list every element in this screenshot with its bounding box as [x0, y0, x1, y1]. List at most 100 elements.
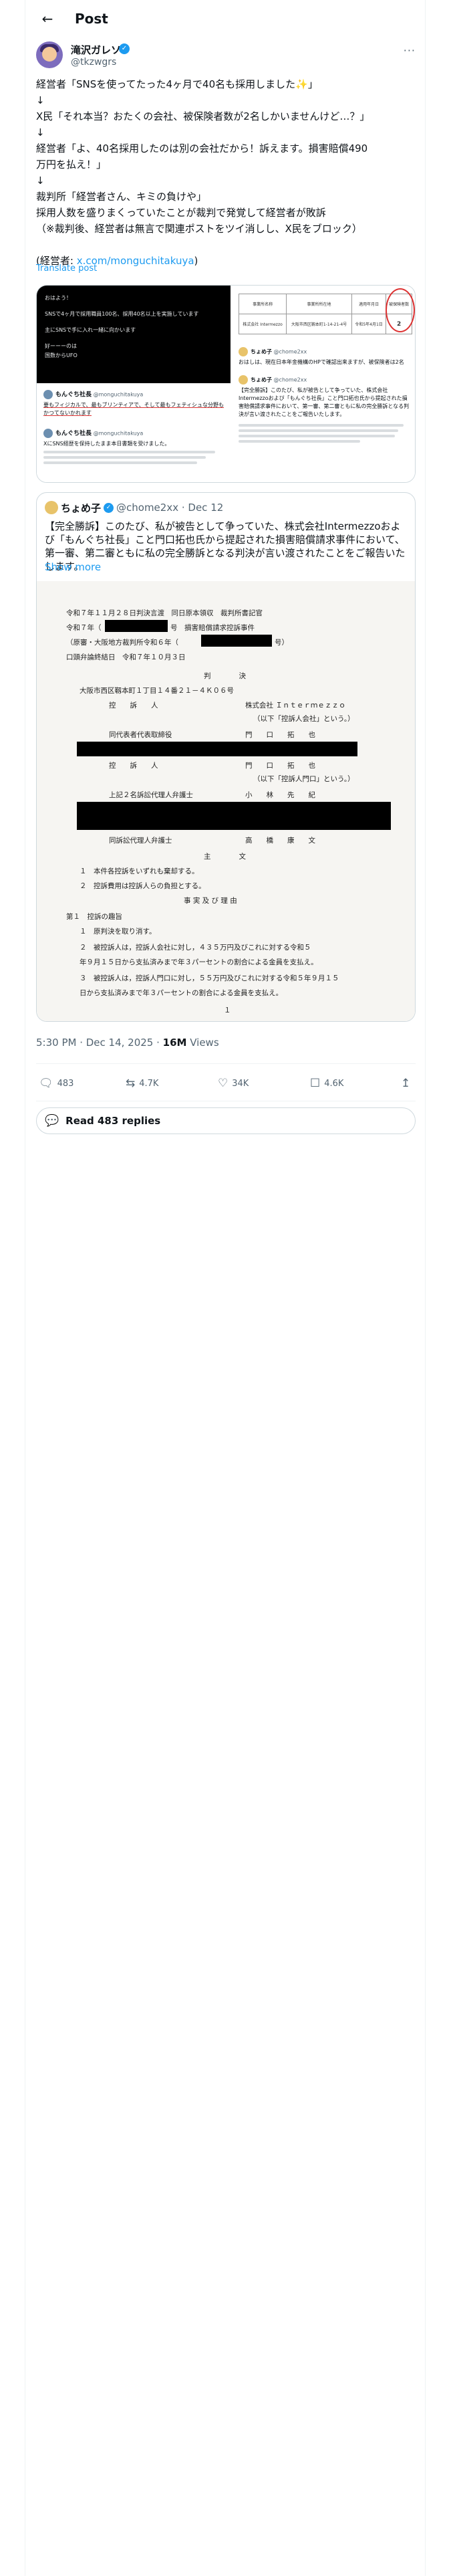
doc-line: 号 損害賠償請求控訴事件 — [170, 624, 255, 632]
avatar — [45, 501, 58, 514]
media-attachment[interactable]: おはよう！ SNSで4ヶ月で採用職員100名、採用40名以上を実施しています 主… — [36, 285, 416, 483]
doc-line: ３ 被控訴人は，控訴人門口に対し，５５万円及びこれに対する令和５年９月１５ — [80, 974, 339, 982]
embedded-text: おはしは、現在日本年金機構のHPで確認出来ますが、被保険者は2名 — [239, 359, 404, 365]
post-time[interactable]: 5:30 PM · Dec 14, 2025 · — [36, 1037, 163, 1049]
embedded-name: もんぐち社長 — [55, 430, 92, 437]
like-button[interactable]: ♡ 34K — [218, 1077, 249, 1090]
more-options-icon[interactable]: ··· — [404, 44, 416, 57]
embedded-name: ちょめ子 — [251, 348, 272, 355]
bookmark-icon: ☐ — [310, 1077, 321, 1090]
embedded-handle: @monguchitakuya — [93, 430, 144, 437]
bookmark-button[interactable]: ☐ 4.6K — [310, 1077, 343, 1090]
media-image-right[interactable]: 事業所名称 事業所所在地 適用年月日 被保険者数 株式会社 Intermezzo… — [232, 286, 415, 482]
reply-icon: 🗨 — [39, 1077, 53, 1090]
back-button[interactable]: ← — [36, 7, 59, 30]
page-header: ← Post — [25, 0, 426, 37]
quoted-tweet[interactable]: ちょめ子 ✓ @chome2xx · Dec 12 【完全勝訴】このたび、私が被… — [36, 492, 416, 1022]
quoted-author-handle: @chome2xx — [116, 502, 179, 514]
doc-line: １ 本件各控訴をいずれも棄却する。 — [80, 867, 199, 875]
doc-line: 事 実 及 び 理 由 — [184, 897, 237, 905]
share-button[interactable]: ↥ — [401, 1077, 414, 1090]
quoted-date: Dec 12 — [188, 502, 224, 514]
court-document-image: 令和７年１１月２８日判決言渡 同日原本領収 裁判所書記官 令和７年（ 号 損害賠… — [37, 581, 415, 1021]
table-cell: 令和5年4月1日 — [351, 314, 387, 334]
doc-line: 門 口 拓 也 — [245, 731, 315, 739]
redaction — [105, 620, 168, 632]
tweet-line-suffix: ) — [194, 255, 198, 267]
author-row: 滝沢ガレソ ✓ @tkzwgrs ··· — [36, 41, 416, 71]
show-more-link[interactable]: Show more — [45, 561, 101, 573]
bookmark-count: 4.6K — [324, 1078, 344, 1089]
verified-badge-icon: ✓ — [119, 43, 130, 54]
tweet-line: X民「それ本当？おたくの会社、被保険者数が2名しかいませんけど…？」 — [36, 110, 370, 122]
table-header: 事業所所在地 — [286, 294, 352, 314]
views-label: Views — [186, 1037, 219, 1049]
avatar[interactable] — [36, 41, 63, 68]
embedded-text: 【完全勝訴】このたび、私が被告として争っていた、株式会社Intermezzoおよ… — [239, 387, 410, 417]
doc-line: 同訴訟代理人弁護士 — [109, 837, 172, 845]
dot-separator: · — [178, 502, 188, 514]
main-column: ← Post 滝沢ガレソ ✓ @tkzwgrs ··· 経営者「SNSを使ってた… — [25, 0, 426, 2576]
post-timestamp[interactable]: 5:30 PM · Dec 14, 2025 · 16M Views — [36, 1037, 219, 1049]
doc-line: 門 口 拓 也 — [245, 762, 315, 770]
embedded-tweet: もんぐち社長 @monguchitakuya 要もフィジカルで、最もブリンティア… — [43, 390, 224, 417]
doc-line: 日から支払済みまで年３パーセントの割合による金員を支払え。 — [80, 989, 283, 997]
heart-icon: ♡ — [218, 1077, 229, 1090]
dark-text: 国数からUFO — [45, 352, 78, 358]
doc-line: 控 訴 人 — [109, 702, 158, 710]
embedded-tweet: ちょめ子 @chome2xx おはしは、現在日本年金機構のHPで確認出来ますが、… — [239, 347, 412, 366]
embedded-name: もんぐち社長 — [55, 391, 92, 399]
embedded-handle: @monguchitakuya — [93, 391, 144, 398]
dark-text: おはよう！ — [45, 295, 71, 301]
doc-page-number: １ — [224, 1006, 231, 1014]
tweet-line: 採用人数を盛りまくっていたことが裁判で発覚して経営者が敗訴 — [36, 207, 326, 219]
doc-line: （原審・大阪地方裁判所令和６年（ — [66, 639, 178, 647]
embedded-text: XにSNS経歴を保持したまま本日書類を受けました。 — [43, 441, 170, 447]
redaction — [77, 802, 391, 830]
doc-line: （以下「控訴人門口」という。） — [253, 775, 355, 783]
action-bar: 🗨 483 ⇆ 4.7K ♡ 34K ☐ 4.6K ↥ — [36, 1071, 416, 1095]
table-cell: 大阪市西区靱本町1-14-21-4号 — [286, 314, 352, 334]
author-display-name[interactable]: 滝沢ガレソ — [71, 43, 121, 57]
tweet-line: 経営者「よ、40名採用したのは別の会社だから！訴えます。損害賠償490 — [36, 142, 368, 154]
table-header: 適用年月日 — [351, 294, 387, 314]
doc-line: １ 原判決を取り消す。 — [80, 928, 156, 936]
dark-screenshot: おはよう！ SNSで4ヶ月で採用職員100名、採用40名以上を実施しています 主… — [37, 286, 231, 383]
repost-icon: ⇆ — [126, 1077, 136, 1090]
doc-line: 判 決 — [204, 672, 246, 680]
tweet-line: （※裁判後、経営者は無言で関連ポストをツイ消しし、X民をブロック） — [36, 223, 362, 235]
embedded-name: ちょめ子 — [251, 377, 272, 383]
divider — [36, 1063, 416, 1064]
page-title: Post — [75, 11, 108, 27]
doc-line: 令和７年１１月２８日判決言渡 同日原本領収 裁判所書記官 — [66, 609, 263, 617]
doc-line: 株式会社 Ｉｎｔｅｒｍｅｚｚｏ — [245, 702, 346, 710]
read-replies-label: Read 483 replies — [65, 1115, 161, 1127]
translate-post-link[interactable]: Translate post — [36, 263, 97, 274]
red-circle-annotation — [386, 288, 415, 332]
doc-line: 号） — [275, 639, 289, 647]
tweet-line: 裁判所「経営者さん、キミの負けや」 — [36, 191, 207, 203]
redaction — [77, 742, 357, 756]
dark-text: SNSで4ヶ月で採用職員100名、採用40名以上を実施しています — [45, 311, 199, 317]
tweet-line: 経営者「SNSを使ってたった4ヶ月で40名も採用しました✨」 — [36, 78, 318, 90]
redaction — [201, 635, 272, 647]
doc-line: 控 訴 人 — [109, 762, 158, 770]
like-count: 34K — [232, 1078, 249, 1089]
table-header: 事業所名称 — [238, 294, 287, 314]
reply-button[interactable]: 🗨 483 — [39, 1077, 73, 1090]
quoted-tweet-header: ちょめ子 ✓ @chome2xx · Dec 12 — [45, 501, 223, 514]
embedded-tweet: ちょめ子 @chome2xx 【完全勝訴】このたび、私が被告として争っていた、株… — [239, 375, 412, 445]
embedded-handle: @chome2xx — [273, 348, 307, 355]
read-replies-button[interactable]: 💬 Read 483 replies — [36, 1107, 416, 1134]
tweet-line: ↓ — [36, 126, 45, 138]
tweet-line: ↓ — [36, 94, 45, 106]
share-icon: ↥ — [401, 1077, 411, 1090]
doc-line: ２ 控訴費用は控訴人らの負担とする。 — [80, 882, 206, 890]
tweet-line — [36, 237, 416, 253]
chat-bubble-icon: 💬 — [45, 1114, 59, 1128]
author-handle[interactable]: @tkzwgrs — [71, 57, 116, 68]
repost-button[interactable]: ⇆ 4.7K — [126, 1077, 158, 1090]
media-image-left[interactable]: おはよう！ SNSで4ヶ月で採用職員100名、採用40名以上を実施しています 主… — [37, 286, 231, 482]
doc-line: （以下「控訴人会社」という。） — [253, 715, 355, 723]
repost-count: 4.7K — [139, 1078, 159, 1089]
